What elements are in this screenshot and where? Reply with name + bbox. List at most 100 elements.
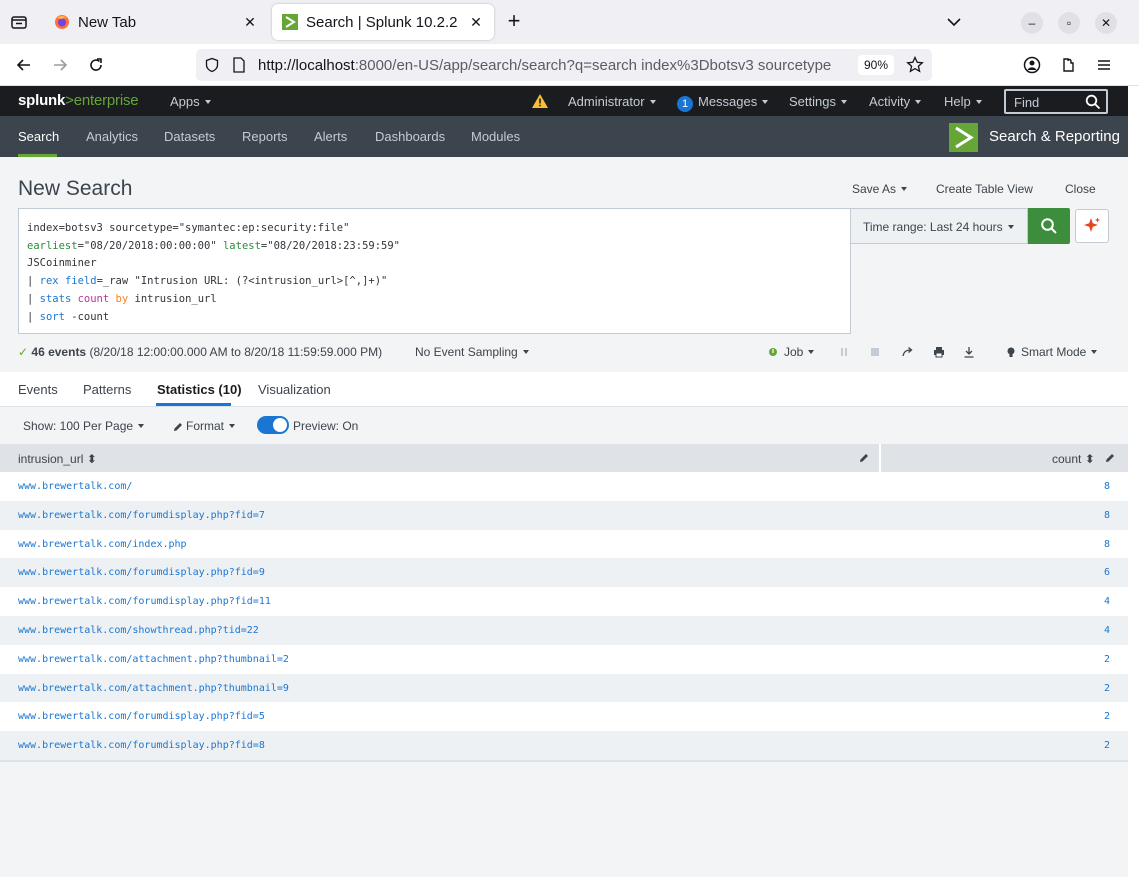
app-tab-reports[interactable]: Reports (242, 129, 288, 144)
chevron-down-icon[interactable] (944, 12, 964, 32)
app-tab-analytics[interactable]: Analytics (86, 129, 138, 144)
cell-intrusion-url[interactable]: www.brewertalk.com/attachment.php?thumbn… (18, 683, 289, 694)
preview-toggle[interactable] (257, 416, 289, 434)
cell-intrusion-url[interactable]: www.brewertalk.com/index.php (18, 539, 187, 550)
cell-intrusion-url[interactable]: www.brewertalk.com/forumdisplay.php?fid=… (18, 711, 265, 722)
cell-count[interactable]: 4 (1104, 625, 1110, 636)
cell-count[interactable]: 2 (1104, 654, 1110, 665)
cell-intrusion-url[interactable]: www.brewertalk.com/forumdisplay.php?fid=… (18, 740, 265, 751)
cell-count[interactable]: 4 (1104, 596, 1110, 607)
user-menu[interactable]: Administrator (568, 94, 656, 109)
query-line: | stats count by intrusion_url (27, 292, 217, 305)
ai-assistant-button[interactable] (1075, 209, 1109, 243)
cell-intrusion-url[interactable]: www.brewertalk.com/ (18, 481, 132, 492)
check-icon: ✓ (18, 345, 29, 359)
find-placeholder: Find (1014, 95, 1040, 110)
per-page-dropdown[interactable]: Show: 100 Per Page (23, 419, 144, 433)
messages-menu[interactable]: 1 Messages (677, 94, 768, 112)
cell-count[interactable]: 8 (1104, 510, 1110, 521)
url-bar[interactable]: http://localhost:8000/en-US/app/search/s… (196, 49, 932, 81)
warning-icon[interactable] (531, 93, 549, 112)
app-name[interactable]: Search & Reporting (989, 128, 1120, 145)
app-tab-alerts[interactable]: Alerts (314, 129, 347, 144)
column-header-intrusion-url[interactable]: intrusion_url ⬍ (18, 452, 97, 466)
table-row: www.brewertalk.com/forumdisplay.php?fid=… (0, 731, 1128, 760)
splunk-logo[interactable]: splunk>enterprise (18, 92, 139, 109)
close-tab-icon[interactable]: ✕ (242, 14, 258, 30)
app-logo-icon[interactable] (949, 123, 978, 152)
help-menu[interactable]: Help (944, 94, 982, 109)
restore-window-icon[interactable]: ▫ (1058, 12, 1080, 34)
run-search-button[interactable] (1028, 208, 1070, 244)
close-window-icon[interactable]: ✕ (1095, 12, 1117, 34)
sort-icon[interactable]: ⬍ (87, 452, 97, 466)
cell-count[interactable]: 2 (1104, 711, 1110, 722)
stop-icon[interactable] (869, 346, 881, 358)
save-as-button[interactable]: Save As (852, 182, 907, 196)
cell-count[interactable]: 8 (1104, 481, 1110, 492)
cell-count[interactable]: 2 (1104, 683, 1110, 694)
reload-icon[interactable] (85, 54, 107, 76)
cell-intrusion-url[interactable]: www.brewertalk.com/forumdisplay.php?fid=… (18, 596, 271, 607)
print-icon[interactable] (933, 346, 945, 358)
zoom-level-badge[interactable]: 90% (858, 55, 894, 75)
active-tab-indicator (156, 403, 231, 406)
cell-intrusion-url[interactable]: www.brewertalk.com/forumdisplay.php?fid=… (18, 567, 265, 578)
table-header: intrusion_url ⬍ count ⬍ (0, 444, 1128, 472)
splunk-header: splunk>enterprise Apps Administrator 1 Me… (0, 86, 1128, 116)
tab-patterns[interactable]: Patterns (83, 382, 131, 397)
hamburger-menu-icon[interactable] (1093, 54, 1115, 76)
bookmark-star-icon[interactable] (906, 55, 924, 77)
time-range-picker[interactable]: Time range: Last 24 hours (851, 208, 1028, 244)
search-query-editor[interactable]: index=botsv3 sourcetype="symantec:ep:sec… (18, 208, 851, 334)
edit-column-pencil-icon[interactable] (1104, 452, 1116, 464)
account-icon[interactable] (1021, 54, 1043, 76)
tab-list-icon[interactable] (8, 11, 30, 33)
close-tab-icon[interactable]: ✕ (468, 14, 484, 30)
search-mode-dropdown[interactable]: Smart Mode (1021, 345, 1097, 359)
extensions-icon[interactable] (1057, 54, 1079, 76)
cell-count[interactable]: 6 (1104, 567, 1110, 578)
table-row: www.brewertalk.com/showthread.php?tid=22… (0, 615, 1128, 645)
format-dropdown[interactable]: Format (186, 419, 235, 433)
search-icon[interactable] (1085, 94, 1101, 113)
activity-menu[interactable]: Activity (869, 94, 921, 109)
forward-arrow-icon[interactable] (49, 54, 71, 76)
shield-icon[interactable] (204, 57, 220, 76)
minimize-window-icon[interactable]: – (1021, 12, 1043, 34)
column-header-count[interactable]: count ⬍ (1052, 452, 1095, 466)
browser-tab-splunk-search[interactable]: Search | Splunk 10.2.2 ✕ (272, 4, 494, 40)
close-button[interactable]: Close (1065, 182, 1096, 196)
tab-statistics[interactable]: Statistics (10) (157, 382, 242, 397)
create-table-view-button[interactable]: Create Table View (936, 182, 1033, 196)
cell-intrusion-url[interactable]: www.brewertalk.com/attachment.php?thumbn… (18, 654, 289, 665)
find-search-input[interactable]: Find (1004, 89, 1108, 114)
app-tab-modules[interactable]: Modules (471, 129, 520, 144)
url-text[interactable]: http://localhost:8000/en-US/app/search/s… (258, 57, 850, 74)
job-menu[interactable]: Job (784, 345, 814, 359)
download-icon[interactable] (963, 346, 975, 358)
new-tab-icon[interactable]: + (503, 10, 525, 33)
apps-menu[interactable]: Apps (170, 94, 211, 109)
app-tab-dashboards[interactable]: Dashboards (375, 129, 445, 144)
cell-count[interactable]: 8 (1104, 539, 1110, 550)
cell-count[interactable]: 2 (1104, 740, 1110, 751)
cell-intrusion-url[interactable]: www.brewertalk.com/forumdisplay.php?fid=… (18, 510, 265, 521)
search-query-text[interactable]: index=botsv3 sourcetype="symantec:ep:sec… (27, 220, 400, 326)
page-info-icon[interactable] (232, 57, 246, 76)
sort-icon[interactable]: ⬍ (1085, 452, 1095, 466)
browser-tab-new-tab[interactable]: New Tab ✕ (44, 4, 268, 40)
back-arrow-icon[interactable] (13, 54, 35, 76)
edit-column-pencil-icon[interactable] (858, 452, 870, 464)
browser-navigation-bar: http://localhost:8000/en-US/app/search/s… (0, 44, 1139, 86)
pause-icon[interactable] (838, 346, 850, 358)
settings-menu[interactable]: Settings (789, 94, 847, 109)
share-icon[interactable] (902, 346, 914, 358)
cell-intrusion-url[interactable]: www.brewertalk.com/showthread.php?tid=22 (18, 625, 259, 636)
tab-visualization[interactable]: Visualization (258, 382, 331, 397)
tab-events[interactable]: Events (18, 382, 58, 397)
app-tab-search[interactable]: Search (18, 129, 59, 144)
event-sampling-dropdown[interactable]: No Event Sampling (415, 345, 529, 359)
scrollbar-track[interactable] (1128, 86, 1139, 877)
app-tab-datasets[interactable]: Datasets (164, 129, 215, 144)
